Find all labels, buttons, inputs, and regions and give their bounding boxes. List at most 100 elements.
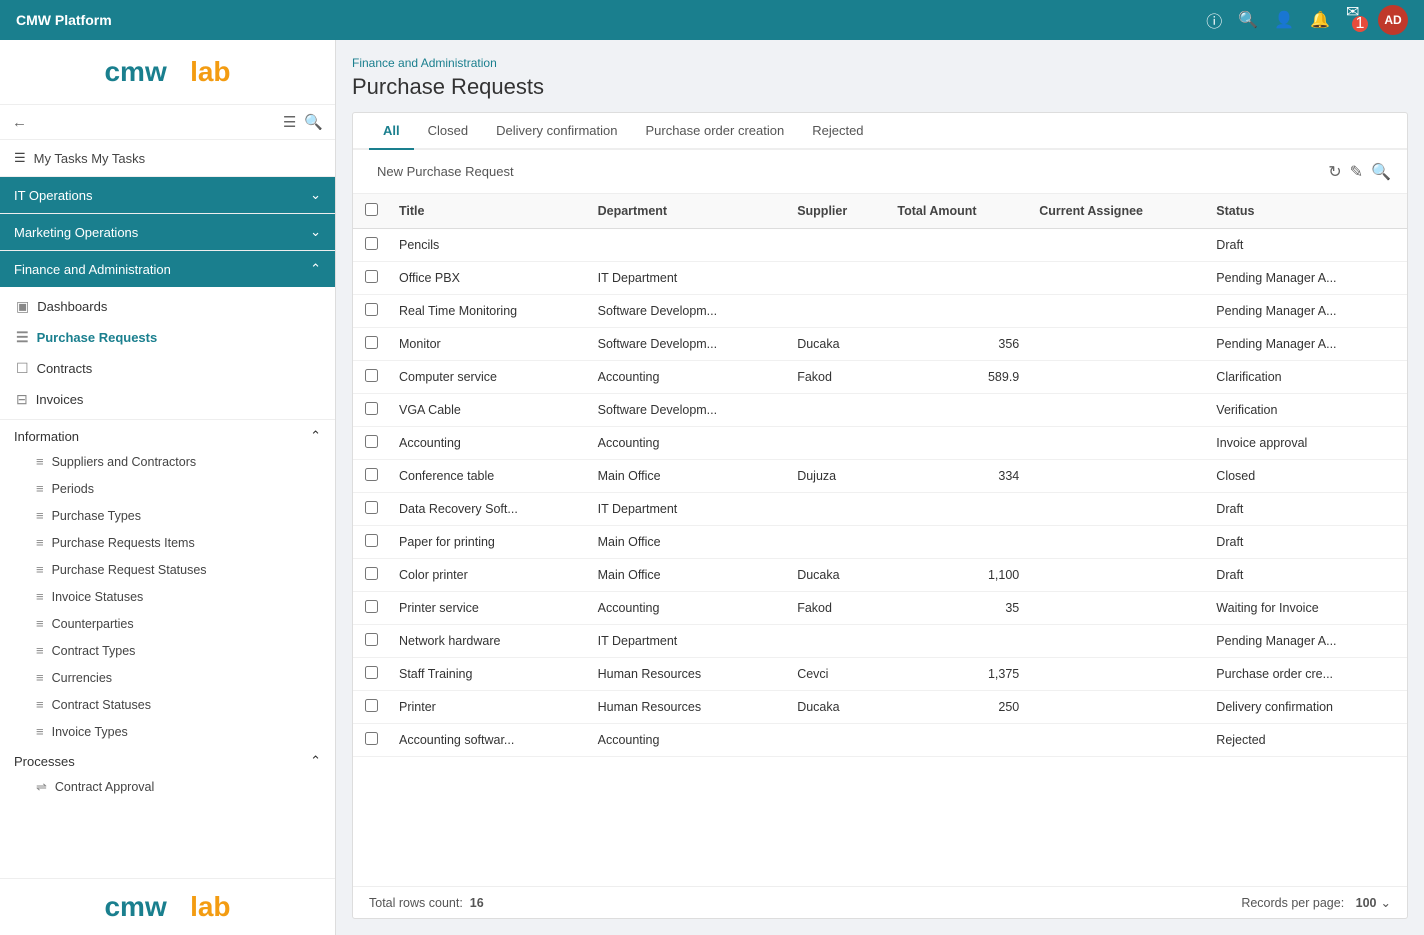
cell-supplier-13: Cevci: [787, 658, 887, 691]
row-checkbox-7[interactable]: [365, 468, 378, 481]
my-tasks-item[interactable]: ☰ My Tasks My Tasks: [0, 140, 335, 177]
cell-department-11: Accounting: [588, 592, 788, 625]
row-checkbox-13[interactable]: [365, 666, 378, 679]
app-title: CMW Platform: [16, 12, 112, 28]
nav-item-contracts-label: Contracts: [37, 361, 93, 376]
page-title: Purchase Requests: [352, 74, 1408, 100]
row-checkbox-10[interactable]: [365, 567, 378, 580]
row-checkbox-9[interactable]: [365, 534, 378, 547]
cell-status-4: Clarification: [1206, 361, 1407, 394]
cell-department-3: Software Developm...: [588, 328, 788, 361]
nav-item-cs-label: Contract Statuses: [52, 698, 151, 712]
nav-item-periods[interactable]: ≡ Periods: [0, 475, 335, 502]
users-icon[interactable]: 👤: [1274, 10, 1294, 30]
nav-item-invoice-statuses[interactable]: ≡ Invoice Statuses: [0, 583, 335, 610]
sidebar-search-icon[interactable]: 🔍: [304, 113, 323, 131]
table-row[interactable]: Paper for printing Main Office Draft: [353, 526, 1407, 559]
nav-item-contract-types[interactable]: ≡ Contract Types: [0, 637, 335, 664]
nav-item-contracts[interactable]: ☐ Contracts: [0, 353, 335, 384]
nav-item-dashboards[interactable]: ▣ Dashboards: [0, 291, 335, 322]
tab-delivery[interactable]: Delivery confirmation: [482, 113, 631, 150]
ca-icon: ⇌: [36, 779, 47, 795]
table-row[interactable]: Office PBX IT Department Pending Manager…: [353, 262, 1407, 295]
tab-rejected[interactable]: Rejected: [798, 113, 877, 150]
nav-item-purchase-requests[interactable]: ☰ Purchase Requests: [0, 322, 335, 353]
table-row[interactable]: Real Time Monitoring Software Developm..…: [353, 295, 1407, 328]
row-checkbox-8[interactable]: [365, 501, 378, 514]
nav-item-purchase-types[interactable]: ≡ Purchase Types: [0, 502, 335, 529]
messages-icon[interactable]: ✉ 1: [1346, 2, 1362, 38]
row-checkbox-2[interactable]: [365, 303, 378, 316]
col-title: Title: [389, 194, 588, 229]
sidebar-back-icon[interactable]: ←: [12, 114, 27, 131]
content-panel: All Closed Delivery confirmation Purchas…: [352, 112, 1408, 919]
table-row[interactable]: Printer service Accounting Fakod 35 Wait…: [353, 592, 1407, 625]
row-checkbox-15[interactable]: [365, 732, 378, 745]
nav-group-it-ops-header[interactable]: IT Operations ⌄: [0, 177, 335, 213]
processes-label: Processes: [14, 754, 75, 769]
nav-item-suppliers[interactable]: ≡ Suppliers and Contractors: [0, 448, 335, 475]
row-checkbox-11[interactable]: [365, 600, 378, 613]
table-row[interactable]: Accounting Accounting Invoice approval: [353, 427, 1407, 460]
cell-supplier-10: Ducaka: [787, 559, 887, 592]
row-checkbox-14[interactable]: [365, 699, 378, 712]
cell-supplier-3: Ducaka: [787, 328, 887, 361]
table-row[interactable]: Computer service Accounting Fakod 589.9 …: [353, 361, 1407, 394]
nav-item-contract-approval[interactable]: ⇌ Contract Approval: [0, 773, 335, 801]
table-row[interactable]: Color printer Main Office Ducaka 1,100 D…: [353, 559, 1407, 592]
sidebar-menu-icon[interactable]: ☰: [283, 113, 296, 131]
table-search-icon[interactable]: 🔍: [1371, 162, 1391, 182]
table-row[interactable]: Printer Human Resources Ducaka 250 Deliv…: [353, 691, 1407, 724]
tab-po-creation[interactable]: Purchase order creation: [631, 113, 798, 150]
cell-total-amount-3: 356: [887, 328, 1029, 361]
cell-total-amount-5: [887, 394, 1029, 427]
search-icon[interactable]: 🔍: [1238, 10, 1258, 30]
row-checkbox-5[interactable]: [365, 402, 378, 415]
nav-item-purchase-requests-items[interactable]: ≡ Purchase Requests Items: [0, 529, 335, 556]
records-per-page[interactable]: Records per page: 100 ⌄: [1241, 895, 1391, 910]
message-badge: 1: [1352, 16, 1368, 32]
nav-item-contract-statuses[interactable]: ≡ Contract Statuses: [0, 691, 335, 718]
cell-title-6: Accounting: [389, 427, 588, 460]
table-row[interactable]: Network hardware IT Department Pending M…: [353, 625, 1407, 658]
row-checkbox-12[interactable]: [365, 633, 378, 646]
cell-title-0: Pencils: [389, 229, 588, 262]
table-row[interactable]: Conference table Main Office Dujuza 334 …: [353, 460, 1407, 493]
cell-department-7: Main Office: [588, 460, 788, 493]
table-row[interactable]: VGA Cable Software Developm... Verificat…: [353, 394, 1407, 427]
information-section-header[interactable]: Information ⌃: [0, 420, 335, 448]
cell-department-14: Human Resources: [588, 691, 788, 724]
row-checkbox-0[interactable]: [365, 237, 378, 250]
notifications-icon[interactable]: 🔔: [1310, 10, 1330, 30]
select-all-checkbox[interactable]: [365, 203, 378, 216]
nav-group-fin-admin-header[interactable]: Finance and Administration ⌃: [0, 251, 335, 287]
cell-title-5: VGA Cable: [389, 394, 588, 427]
new-purchase-request-button[interactable]: New Purchase Request: [369, 160, 522, 183]
refresh-icon[interactable]: ↻: [1328, 162, 1341, 182]
edit-icon[interactable]: ✎: [1350, 162, 1363, 182]
col-department: Department: [588, 194, 788, 229]
nav-item-invoice-types[interactable]: ≡ Invoice Types: [0, 718, 335, 745]
row-checkbox-4[interactable]: [365, 369, 378, 382]
nav-group-mkt-ops-header[interactable]: Marketing Operations ⌄: [0, 214, 335, 250]
cell-supplier-6: [787, 427, 887, 460]
nav-item-purchase-request-statuses[interactable]: ≡ Purchase Request Statuses: [0, 556, 335, 583]
processes-section-header[interactable]: Processes ⌃: [0, 745, 335, 773]
nav-item-counterparties[interactable]: ≡ Counterparties: [0, 610, 335, 637]
row-checkbox-6[interactable]: [365, 435, 378, 448]
help-icon[interactable]: ⓘ: [1206, 8, 1222, 32]
table-row[interactable]: Staff Training Human Resources Cevci 1,3…: [353, 658, 1407, 691]
table-row[interactable]: Data Recovery Soft... IT Department Draf…: [353, 493, 1407, 526]
avatar[interactable]: AD: [1378, 5, 1408, 35]
table-body: Pencils Draft Office PBX IT Department P…: [353, 229, 1407, 757]
suppliers-icon: ≡: [36, 454, 44, 469]
table-row[interactable]: Accounting softwar... Accounting Rejecte…: [353, 724, 1407, 757]
table-row[interactable]: Monitor Software Developm... Ducaka 356 …: [353, 328, 1407, 361]
nav-item-currencies[interactable]: ≡ Currencies: [0, 664, 335, 691]
tab-closed[interactable]: Closed: [414, 113, 482, 150]
nav-item-invoices[interactable]: ⊟ Invoices: [0, 384, 335, 415]
tab-all[interactable]: All: [369, 113, 414, 150]
row-checkbox-3[interactable]: [365, 336, 378, 349]
row-checkbox-1[interactable]: [365, 270, 378, 283]
table-row[interactable]: Pencils Draft: [353, 229, 1407, 262]
